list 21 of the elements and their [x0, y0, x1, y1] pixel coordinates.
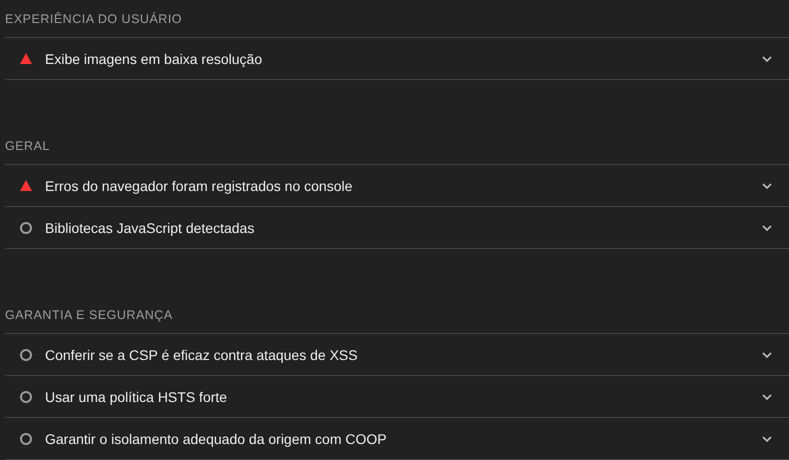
audit-title[interactable]: Garantir o isolamento adequado da origem com COOP — [45, 430, 762, 446]
chevron-icon[interactable] — [762, 392, 772, 402]
chevron-icon[interactable] — [762, 180, 772, 190]
audit-title[interactable]: Erros do navegador foram registrados no console — [45, 178, 762, 194]
circle-icon — [19, 348, 33, 362]
chevron-icon[interactable] — [762, 222, 772, 232]
audit-title[interactable]: Conferir se a CSP é eficaz contra ataques de XSS — [45, 346, 762, 362]
section-heading: EXPERIÊNCIA DO USUÁRIO — [5, 0, 789, 38]
audit-title[interactable]: Exibe imagens em baixa resolução — [45, 50, 762, 66]
audit-title[interactable]: Bibliotecas JavaScript detectadas — [45, 220, 762, 236]
audit-title[interactable]: Usar uma política HSTS forte — [45, 388, 762, 404]
circle-icon — [19, 390, 33, 404]
circle-icon — [19, 220, 33, 234]
chevron-icon[interactable] — [762, 350, 772, 360]
chevron-icon[interactable] — [762, 434, 772, 444]
section-heading: GARANTIA E SEGURANÇA — [5, 296, 789, 334]
circle-icon — [19, 432, 33, 446]
section-heading: GERAL — [5, 127, 789, 165]
warning-triangle-icon — [19, 52, 33, 66]
warning-triangle-icon — [19, 178, 33, 192]
chevron-icon[interactable] — [762, 54, 772, 64]
